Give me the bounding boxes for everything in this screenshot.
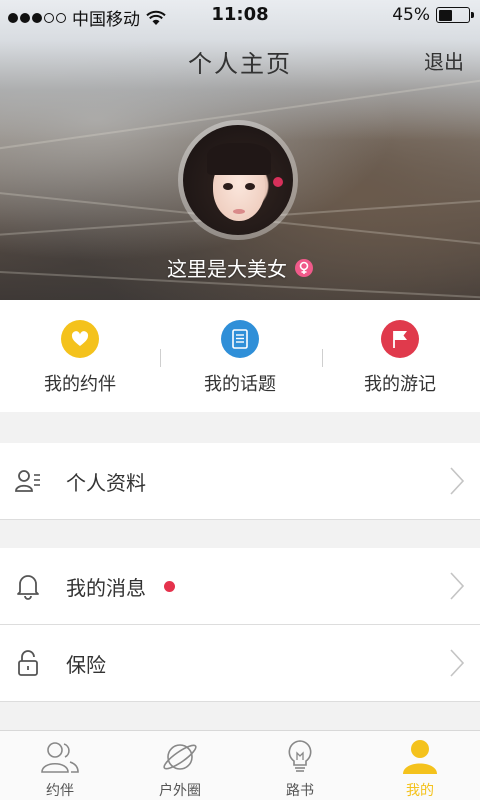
personal-info-label: 个人资料	[66, 470, 146, 495]
planet-icon	[158, 738, 202, 776]
lock-icon	[18, 650, 38, 676]
tab-outdoor-circle[interactable]: 户外圈	[120, 731, 240, 800]
chevron-right-icon	[450, 649, 465, 677]
tab-label: 户外圈	[159, 783, 201, 799]
tab-label: 路书	[286, 783, 314, 799]
my-messages-label: 我的消息	[66, 575, 146, 600]
quick-actions: 我的约伴 我的话题 我的游记	[0, 300, 480, 412]
my-companions-button[interactable]: 我的约伴	[0, 300, 160, 412]
unread-indicator	[164, 581, 175, 592]
heart-icon	[61, 320, 99, 358]
divider	[0, 701, 480, 702]
flag-icon	[381, 320, 419, 358]
my-travelogues-label: 我的游记	[364, 374, 436, 395]
tab-label: 我的	[406, 783, 434, 799]
logout-button[interactable]: 退出	[424, 46, 464, 75]
divider	[0, 519, 480, 520]
document-icon	[221, 320, 259, 358]
battery-percent: 45%	[392, 5, 430, 25]
divider	[322, 349, 323, 367]
username: 这里是大美女	[167, 257, 287, 281]
page-title: 个人主页	[188, 50, 292, 78]
avatar[interactable]	[178, 120, 302, 240]
bell-icon	[17, 575, 39, 600]
personal-info-row[interactable]: 个人资料	[0, 443, 480, 519]
my-topics-label: 我的话题	[204, 374, 276, 395]
insurance-label: 保险	[66, 652, 106, 677]
my-topics-button[interactable]: 我的话题	[160, 300, 320, 412]
my-travelogues-button[interactable]: 我的游记	[320, 300, 480, 412]
my-companions-label: 我的约伴	[44, 374, 116, 395]
battery-icon	[436, 7, 474, 23]
avatar-photo	[183, 125, 293, 235]
tab-mine[interactable]: 我的	[360, 731, 480, 800]
tab-roadbook[interactable]: 路书	[240, 731, 360, 800]
chevron-right-icon	[450, 572, 465, 600]
tab-bar: 约伴 户外圈 路书 我的	[0, 730, 480, 800]
female-icon	[295, 258, 313, 277]
divider	[160, 349, 161, 367]
status-bar: 中国移动 11:08 45%	[0, 0, 480, 32]
chevron-right-icon	[450, 467, 465, 495]
my-messages-row[interactable]: 我的消息	[0, 548, 480, 624]
people-icon	[38, 738, 82, 776]
tab-companions[interactable]: 约伴	[0, 731, 120, 800]
lightbulb-icon	[278, 738, 322, 776]
profile-card-icon	[15, 470, 40, 492]
insurance-row[interactable]: 保险	[0, 625, 480, 701]
tab-label: 约伴	[46, 783, 74, 799]
person-icon	[398, 738, 442, 776]
